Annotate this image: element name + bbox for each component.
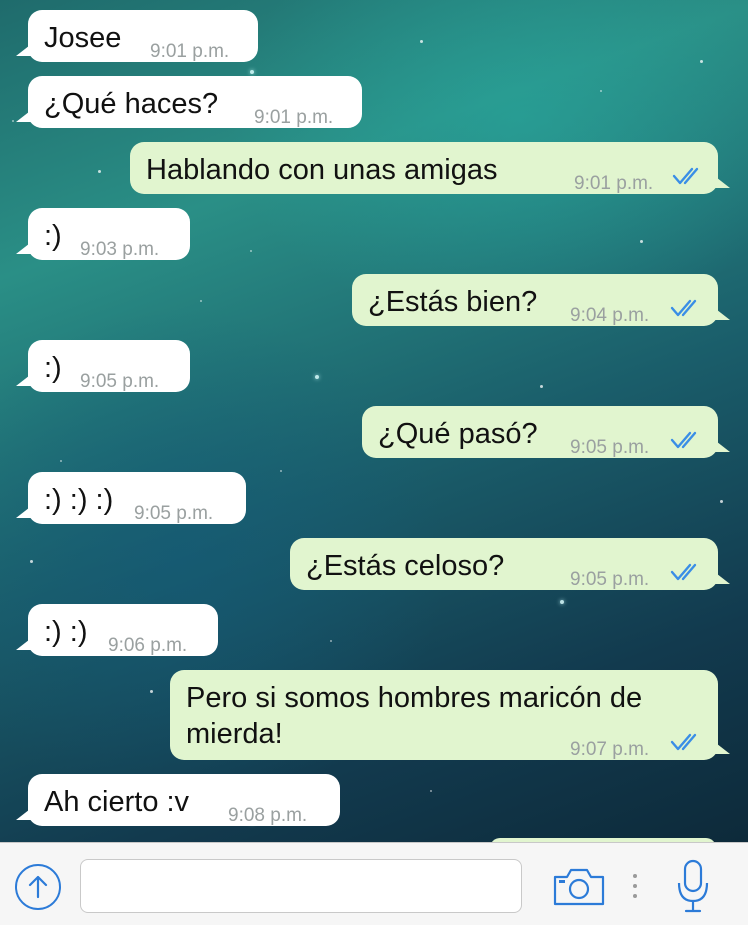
message-text: Ah cierto :v — [44, 786, 190, 818]
background-star — [420, 40, 423, 43]
background-star — [600, 90, 602, 92]
background-star — [30, 560, 33, 563]
background-star — [330, 640, 332, 642]
background-star — [720, 500, 723, 503]
message-text: :) :) :) — [44, 484, 114, 516]
message-time: 9:04 p.m. — [570, 305, 650, 326]
background-star — [315, 375, 319, 379]
arrow-up-circle-icon[interactable] — [14, 863, 62, 911]
background-star — [150, 690, 153, 693]
message-bubble-incoming[interactable]: :) :) 9:06 p.m. — [16, 604, 218, 656]
message-text: ¿Estás bien? — [368, 286, 538, 318]
read-receipt-double-check-icon — [670, 733, 697, 751]
message-input[interactable] — [80, 859, 522, 913]
message-time: 9:05 p.m. — [134, 503, 214, 524]
read-receipt-double-check-icon — [670, 299, 697, 317]
message-time: 9:05 p.m. — [570, 437, 650, 458]
background-star — [280, 470, 282, 472]
message-text: :) — [44, 220, 62, 252]
message-text: :) — [44, 352, 62, 384]
message-bubble-incoming[interactable]: :) :) :) 9:05 p.m. — [16, 472, 246, 524]
message-time: 9:06 p.m. — [108, 635, 188, 656]
message-time: 9:05 p.m. — [570, 569, 650, 590]
message-bubble-incoming[interactable]: Ah cierto :v 9:08 p.m. — [16, 774, 340, 826]
message-bubble-incoming[interactable]: :) 9:05 p.m. — [16, 340, 190, 392]
chat-area: Josee 9:01 p.m. ¿Qué haces? 9:01 p.m. Ha… — [0, 0, 748, 842]
background-star — [560, 600, 564, 604]
message-bubble-outgoing[interactable]: ¿Estás bien? 9:04 p.m. — [352, 274, 730, 326]
message-bubble-incoming[interactable]: :) 9:03 p.m. — [16, 208, 190, 260]
read-receipt-double-check-icon — [670, 431, 697, 449]
read-receipt-double-check-icon — [670, 563, 697, 581]
background-star — [250, 250, 252, 252]
microphone-icon[interactable] — [676, 859, 710, 915]
message-text: ¿Qué pasó? — [378, 418, 538, 450]
camera-icon[interactable] — [552, 865, 606, 907]
background-star — [98, 170, 101, 173]
message-text: Josee — [44, 22, 122, 54]
message-time: 9:05 p.m. — [80, 371, 160, 392]
message-time: 9:01 p.m. — [254, 107, 334, 128]
message-time: 9:08 p.m. — [228, 805, 308, 826]
read-receipt-double-check-icon — [672, 167, 699, 185]
message-text: ¿Estás celoso? — [306, 550, 505, 582]
background-star — [430, 790, 432, 792]
message-bubble-outgoing[interactable]: ¿Estás celoso? 9:05 p.m. — [290, 538, 730, 590]
background-star — [250, 70, 254, 74]
message-text: Hablando con unas amigas — [146, 154, 498, 186]
message-bubble-outgoing[interactable]: ¿Qué pasó? 9:05 p.m. — [362, 406, 730, 458]
background-star — [640, 240, 643, 243]
message-time: 9:03 p.m. — [80, 239, 160, 260]
background-star — [540, 385, 543, 388]
message-text: :) :) — [44, 616, 88, 648]
background-star — [60, 460, 62, 462]
more-options-icon[interactable] — [632, 873, 638, 899]
message-bubble-incoming[interactable]: ¿Qué haces? 9:01 p.m. — [16, 76, 362, 128]
message-time: 9:01 p.m. — [150, 41, 230, 62]
message-text: ¿Qué haces? — [44, 88, 219, 120]
message-bubble-outgoing[interactable]: Pero si somos hombres maricón de mierda!… — [170, 670, 730, 760]
message-time: 9:07 p.m. — [570, 739, 650, 760]
background-star — [200, 300, 202, 302]
message-bubble-outgoing[interactable]: Hablando con unas amigas 9:01 p.m. — [130, 142, 730, 194]
message-composer — [0, 842, 748, 925]
background-star — [700, 60, 703, 63]
message-bubble-incoming[interactable]: Josee 9:01 p.m. — [16, 10, 258, 62]
message-time: 9:01 p.m. — [574, 173, 654, 194]
message-text: Pero si somos hombres maricón de — [186, 682, 643, 714]
background-star — [12, 120, 14, 122]
